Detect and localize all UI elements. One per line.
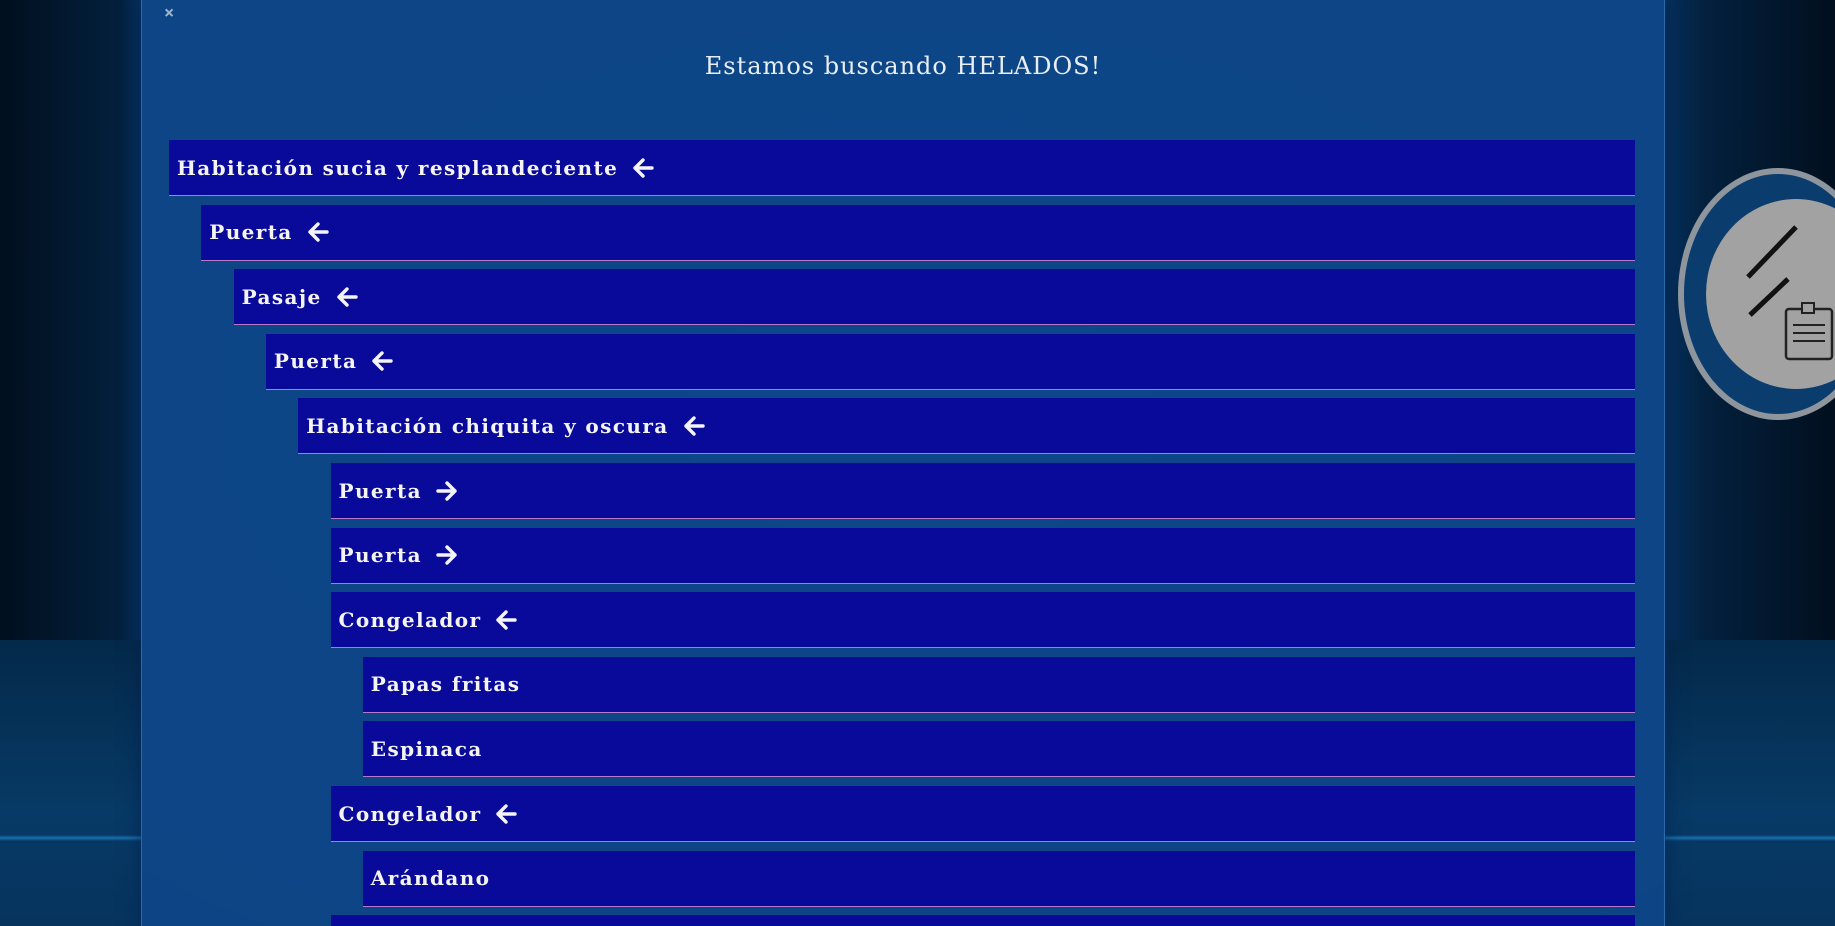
tree-row[interactable]: Espinaca [362, 721, 1635, 778]
arrow-right-icon[interactable] [436, 545, 458, 565]
tree-row-label: Puerta [338, 543, 422, 568]
search-modal: × Estamos buscando HELADOS! Habitación s… [141, 0, 1665, 926]
background-floor-right [1663, 640, 1835, 926]
background-glow-left [0, 835, 141, 841]
tree-row[interactable]: Puerta [201, 204, 1635, 261]
tree-row-label: Puerta [209, 220, 293, 245]
tree-row-label: Puerta [273, 349, 358, 374]
tree-row-label: Papas fritas [370, 672, 521, 697]
tree-row-label: Arándano [370, 866, 491, 891]
tree-row-label: Puerta [338, 478, 422, 503]
background-glow-right [1663, 835, 1835, 841]
tree-row[interactable]: Pasaje [233, 269, 1635, 326]
tree-row[interactable]: Habitación chiquita y oscura [298, 398, 1635, 455]
tree-row-label: Espinaca [370, 736, 483, 761]
tree-row-label: Habitación sucia y resplandeciente [177, 155, 619, 180]
arrow-left-icon[interactable] [307, 222, 329, 242]
arrow-left-icon[interactable] [336, 286, 358, 307]
tree-row[interactable]: Habitación sucia y resplandeciente [169, 140, 1635, 196]
tree-row[interactable]: Congelador [330, 592, 1635, 649]
tree-row[interactable] [330, 915, 1635, 926]
tree-row[interactable]: Puerta [265, 333, 1635, 390]
arrow-left-icon[interactable] [632, 157, 654, 178]
tree-row[interactable]: Papas fritas [362, 656, 1635, 713]
tree-row-label: Congelador [338, 607, 482, 632]
arrow-left-icon[interactable] [683, 416, 705, 436]
tree-row-label: Habitación chiquita y oscura [306, 413, 669, 438]
arrow-left-icon[interactable] [495, 803, 518, 824]
tree-row-label: Pasaje [241, 284, 322, 309]
tree-row[interactable]: Puerta [330, 463, 1635, 519]
tree-row-label: Congelador [338, 801, 482, 826]
arrow-left-icon[interactable] [495, 609, 518, 630]
notepad-icon [1706, 199, 1835, 389]
tree-row[interactable]: Arándano [362, 850, 1635, 907]
arrow-left-icon[interactable] [371, 351, 394, 371]
close-icon[interactable]: × [164, 3, 174, 23]
tree-row[interactable]: Puerta [330, 527, 1635, 584]
background-floor-left [0, 640, 141, 926]
modal-title: Estamos buscando HELADOS! [704, 52, 1102, 80]
tree-row[interactable]: Congelador [330, 786, 1635, 842]
arrow-right-icon[interactable] [436, 480, 458, 501]
